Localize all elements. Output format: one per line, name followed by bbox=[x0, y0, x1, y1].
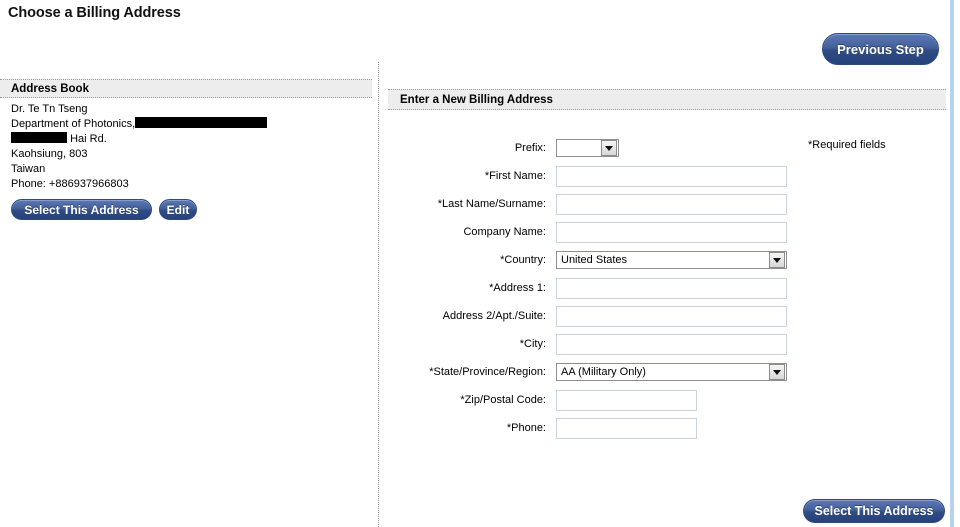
address-book-header: Address Book bbox=[0, 79, 372, 98]
previous-step-button[interactable]: Previous Step bbox=[822, 33, 939, 65]
form-label: *Phone: bbox=[506, 422, 546, 434]
edit-address-button[interactable]: Edit bbox=[159, 199, 197, 220]
form-control bbox=[556, 139, 619, 157]
address-city-zip: Kaohsiung, 803 bbox=[11, 148, 88, 160]
form-label: *Last Name/Surname: bbox=[437, 198, 546, 210]
form-control bbox=[556, 333, 787, 355]
submit-select-this-address-button[interactable]: Select This Address bbox=[803, 499, 945, 523]
redaction-bar bbox=[11, 132, 67, 143]
form-row: Company Name: bbox=[388, 218, 946, 246]
address-name: Dr. Te Tn Tseng bbox=[11, 103, 88, 115]
form-label: Prefix: bbox=[514, 142, 546, 154]
billing-address-form: *Required fields Prefix: *First Name: *Las… bbox=[388, 134, 946, 442]
redaction-bar bbox=[135, 117, 268, 128]
chevron-down-icon[interactable] bbox=[769, 364, 785, 380]
form-label: *First Name: bbox=[484, 170, 546, 182]
state-province-region-select[interactable]: AA (Military Only) bbox=[556, 363, 787, 381]
address-book-panel: Address Book Dr. Te Tn Tseng Department … bbox=[0, 79, 372, 220]
zip-postal-code-input[interactable] bbox=[556, 389, 697, 411]
form-control bbox=[556, 305, 787, 327]
new-billing-address-panel: Enter a New Billing Address *Required fi… bbox=[388, 89, 946, 442]
select-this-address-button[interactable]: Select This Address bbox=[11, 199, 152, 220]
form-row: *Zip/Postal Code: bbox=[388, 386, 946, 414]
new-billing-address-header: Enter a New Billing Address bbox=[388, 89, 946, 110]
form-control bbox=[556, 389, 697, 411]
country-select-value: United States bbox=[561, 254, 628, 266]
form-row: *Phone: bbox=[388, 414, 946, 442]
form-label: *Zip/Postal Code: bbox=[460, 394, 546, 406]
city-input[interactable] bbox=[556, 333, 787, 355]
form-control bbox=[556, 277, 787, 299]
address-actions: Select This Address Edit bbox=[0, 199, 372, 220]
form-row: *Country: United States bbox=[388, 246, 946, 274]
address-1-input[interactable] bbox=[556, 277, 787, 299]
address-line-2-text: Department of Photonics, bbox=[11, 118, 136, 130]
phone-input[interactable] bbox=[556, 417, 697, 439]
form-label: *City: bbox=[519, 338, 546, 350]
column-divider bbox=[378, 62, 379, 527]
right-edge-rail bbox=[950, 0, 954, 527]
address-country: Taiwan bbox=[11, 163, 46, 175]
form-label: *Country: bbox=[500, 254, 546, 266]
form-row: *Address 1: bbox=[388, 274, 946, 302]
first-name-input[interactable] bbox=[556, 165, 787, 187]
form-label: Company Name: bbox=[463, 226, 546, 238]
chevron-down-icon[interactable] bbox=[769, 252, 785, 268]
form-control: AA (Military Only) bbox=[556, 363, 787, 381]
form-row: *City: bbox=[388, 330, 946, 358]
form-row: *First Name: bbox=[388, 162, 946, 190]
form-control bbox=[556, 417, 697, 439]
page-title: Choose a Billing Address bbox=[8, 5, 181, 21]
address-2-apt-suite-input[interactable] bbox=[556, 305, 787, 327]
address-line-3: Hai Rd. bbox=[11, 132, 372, 147]
form-control: United States bbox=[556, 251, 787, 269]
form-control bbox=[556, 193, 787, 215]
chevron-down-icon[interactable] bbox=[601, 140, 617, 156]
state-province-region-select-value: AA (Military Only) bbox=[561, 366, 646, 378]
company-name-input[interactable] bbox=[556, 221, 787, 243]
form-label: Address 2/Apt./Suite: bbox=[442, 310, 546, 322]
form-row: *Last Name/Surname: bbox=[388, 190, 946, 218]
form-control bbox=[556, 165, 787, 187]
address-line-3-text: Hai Rd. bbox=[70, 133, 107, 145]
last-name-surname-input[interactable] bbox=[556, 193, 787, 215]
form-control bbox=[556, 221, 787, 243]
form-label: *State/Province/Region: bbox=[429, 366, 546, 378]
prefix-select[interactable] bbox=[556, 139, 619, 157]
form-row: *State/Province/Region: AA (Military Only… bbox=[388, 358, 946, 386]
form-row: Prefix: bbox=[388, 134, 946, 162]
country-select[interactable]: United States bbox=[556, 251, 787, 269]
saved-address-block: Dr. Te Tn Tseng Department of Photonics,… bbox=[0, 98, 372, 192]
form-label: *Address 1: bbox=[489, 282, 546, 294]
address-phone: Phone: +886937966803 bbox=[11, 178, 129, 190]
address-line-2: Department of Photonics, bbox=[11, 117, 372, 132]
form-row: Address 2/Apt./Suite: bbox=[388, 302, 946, 330]
